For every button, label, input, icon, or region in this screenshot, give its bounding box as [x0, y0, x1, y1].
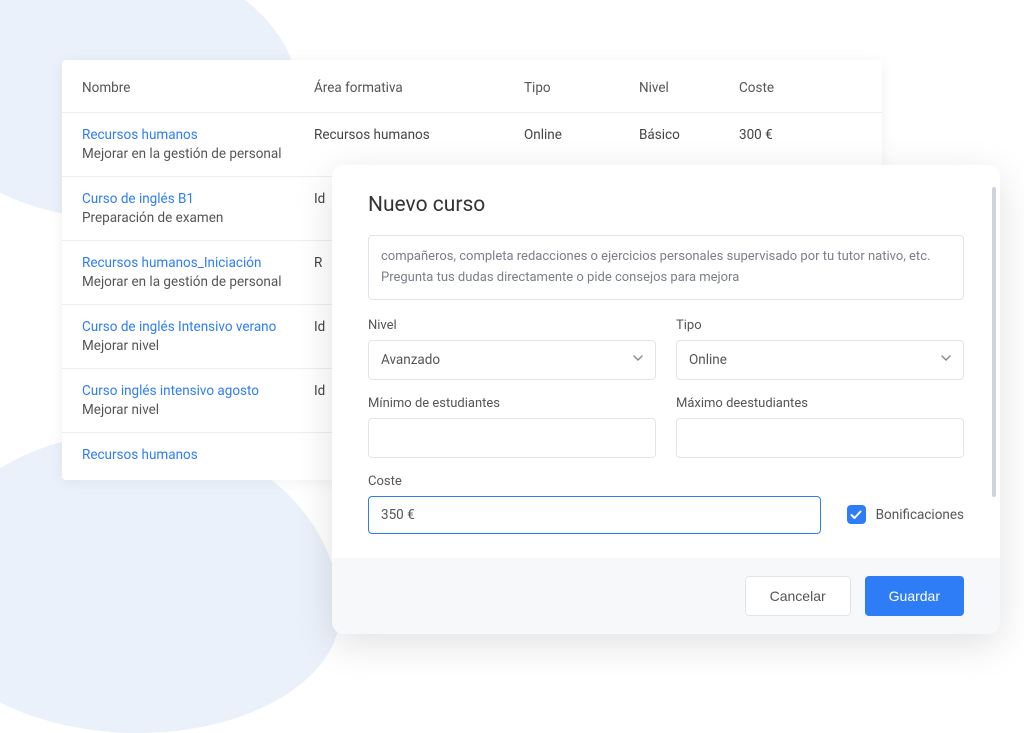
tipo-select[interactable]: Online [676, 340, 964, 380]
course-subtitle: Mejorar en la gestión de personal [82, 274, 281, 290]
course-subtitle: Mejorar en la gestión de personal [82, 146, 281, 162]
nivel-value: Avanzado [381, 352, 440, 368]
col-header-area: Área formativa [314, 80, 524, 96]
col-header-nombre: Nombre [82, 80, 314, 96]
course-subtitle: Mejorar nivel [82, 338, 159, 354]
coste-input[interactable]: 350 € [368, 496, 821, 534]
bonificaciones-checkbox[interactable] [847, 505, 866, 524]
course-link[interactable]: Recursos humanos [82, 447, 314, 463]
course-link[interactable]: Curso inglés intensivo agosto [82, 383, 314, 399]
nivel-select[interactable]: Avanzado [368, 340, 656, 380]
chevron-down-icon [941, 355, 951, 365]
cell-coste: 300 € [739, 127, 862, 143]
cancel-button[interactable]: Cancelar [745, 576, 851, 616]
course-subtitle: Mejorar nivel [82, 402, 159, 418]
save-button[interactable]: Guardar [865, 576, 964, 616]
course-subtitle: Preparación de examen [82, 210, 223, 226]
max-students-label: Máximo deestudiantes [676, 396, 964, 411]
course-link[interactable]: Recursos humanos [82, 127, 314, 143]
cell-tipo: Online [524, 127, 639, 143]
min-students-input[interactable] [368, 418, 656, 458]
course-link[interactable]: Curso de inglés Intensivo verano [82, 319, 314, 335]
cell-area: Recursos humanos [314, 127, 524, 143]
col-header-coste: Coste [739, 80, 862, 96]
modal-title: Nuevo curso [368, 193, 964, 217]
course-link[interactable]: Recursos humanos_Iniciación [82, 255, 314, 271]
col-header-tipo: Tipo [524, 80, 639, 96]
tipo-value: Online [689, 352, 727, 368]
new-course-modal: Nuevo curso compañeros, completa redacci… [332, 165, 1000, 634]
modal-scrollbar[interactable] [992, 187, 996, 497]
table-header: Nombre Área formativa Tipo Nivel Coste [62, 60, 882, 112]
description-textarea[interactable]: compañeros, completa redacciones o ejerc… [368, 235, 964, 300]
modal-footer: Cancelar Guardar [332, 558, 1000, 634]
nivel-label: Nivel [368, 318, 656, 333]
max-students-input[interactable] [676, 418, 964, 458]
min-students-label: Mínimo de estudiantes [368, 396, 656, 411]
coste-label: Coste [368, 474, 821, 489]
tipo-label: Tipo [676, 318, 964, 333]
col-header-nivel: Nivel [639, 80, 739, 96]
chevron-down-icon [633, 355, 643, 365]
cell-nivel: Básico [639, 127, 739, 143]
course-link[interactable]: Curso de inglés B1 [82, 191, 314, 207]
bonificaciones-label: Bonificaciones [876, 507, 964, 523]
